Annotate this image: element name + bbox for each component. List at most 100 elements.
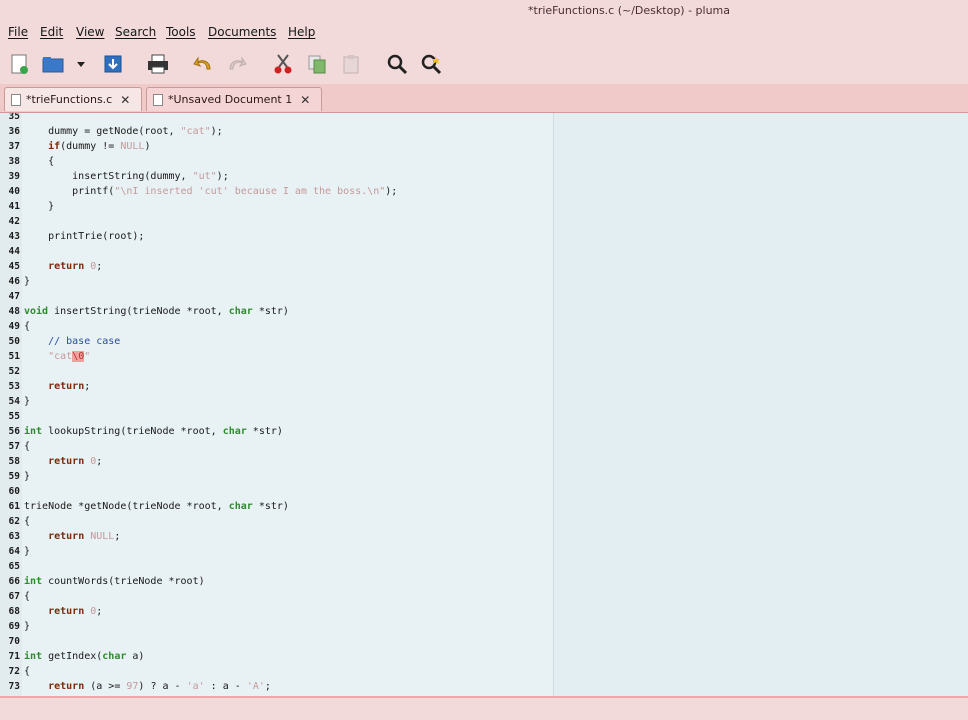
open-button[interactable] <box>40 52 66 76</box>
code-line[interactable]: 43 printTrie(root); <box>0 229 553 244</box>
close-icon[interactable]: ✕ <box>120 93 130 107</box>
code-line[interactable]: 67 { <box>0 589 553 604</box>
code-line[interactable]: 62 { <box>0 514 553 529</box>
find-icon <box>387 54 408 75</box>
menu-help[interactable]: Help <box>288 25 315 39</box>
menu-tools[interactable]: Tools <box>166 25 196 39</box>
line-number: 46 <box>8 276 20 287</box>
code-line[interactable]: 46} <box>0 274 553 289</box>
code-line[interactable]: 56 int lookupString(trieNode *root, char … <box>0 424 553 439</box>
print-icon <box>148 54 168 74</box>
menu-bar: File Edit View Search Tools Documents Help <box>0 22 968 44</box>
code-line[interactable]: 37 if(dummy != NULL) <box>0 139 553 154</box>
line-number: 62 <box>8 516 20 527</box>
new-document-icon <box>11 54 28 74</box>
code-line[interactable]: 64} <box>0 544 553 559</box>
code-text: { <box>24 516 31 527</box>
copy-button[interactable] <box>304 52 330 76</box>
code-text: } <box>24 201 55 212</box>
code-line[interactable]: 69} <box>0 619 553 634</box>
document-icon <box>153 93 163 106</box>
code-line[interactable]: 41 } <box>0 199 553 214</box>
menu-view[interactable]: View <box>76 25 104 39</box>
code-line[interactable]: 39 insertString(dummy, "ut"); <box>0 169 553 184</box>
code-line[interactable]: 73 return (a >= 97) ? a - 'a' : a - 'A'; <box>0 679 553 694</box>
line-number: 66 <box>8 576 20 587</box>
menu-file[interactable]: File <box>8 25 28 39</box>
code-text: int lookupString(trieNode *root, char *s… <box>24 426 283 437</box>
code-line[interactable]: 65 <box>0 559 553 574</box>
open-recent-dropdown[interactable] <box>72 52 90 76</box>
code-line[interactable]: 45 return 0; <box>0 259 553 274</box>
code-line[interactable]: 54} <box>0 394 553 409</box>
menu-search[interactable]: Search <box>115 25 156 39</box>
code-line[interactable]: 42 <box>0 214 553 229</box>
code-line[interactable]: 70 <box>0 634 553 649</box>
code-line[interactable]: 50 // base case <box>0 334 553 349</box>
undo-button[interactable] <box>190 52 216 76</box>
code-text: } <box>24 396 31 407</box>
code-line[interactable]: 57 { <box>0 439 553 454</box>
line-number: 72 <box>8 666 20 677</box>
new-document-button[interactable] <box>6 52 32 76</box>
code-text: } <box>24 546 31 557</box>
copy-icon <box>308 55 326 74</box>
cut-button[interactable] <box>270 52 296 76</box>
editor-right-area <box>554 113 968 696</box>
code-text: int countWords(trieNode *root) <box>24 576 205 587</box>
line-number: 71 <box>8 651 20 662</box>
paste-button[interactable] <box>338 52 364 76</box>
print-button[interactable] <box>145 52 171 76</box>
tab-label: *Unsaved Document 1 <box>168 93 293 106</box>
redo-icon <box>229 56 247 70</box>
code-line[interactable]: 48 void insertString(trieNode *root, char… <box>0 304 553 319</box>
redo-button[interactable] <box>224 52 250 76</box>
code-line[interactable]: 72 { <box>0 664 553 679</box>
line-number: 54 <box>8 396 20 407</box>
code-editor[interactable]: 35 36 dummy = getNode(root, "cat"); 37 if(… <box>0 113 968 696</box>
code-line[interactable]: 44 <box>0 244 553 259</box>
code-text: { <box>24 156 55 167</box>
line-number: 45 <box>8 261 20 272</box>
code-line[interactable]: 63 return NULL; <box>0 529 553 544</box>
code-text: dummy = getNode(root, "cat"); <box>24 126 223 137</box>
code-line[interactable]: 66 int countWords(trieNode *root) <box>0 574 553 589</box>
find-button[interactable] <box>384 52 410 76</box>
line-number: 70 <box>8 636 20 647</box>
menu-documents[interactable]: Documents <box>208 25 276 39</box>
code-line[interactable]: 49 { <box>0 319 553 334</box>
tab-unsaved-document[interactable]: *Unsaved Document 1 ✕ <box>146 87 322 111</box>
code-line[interactable]: 61 trieNode *getNode(trieNode *root, char… <box>0 499 553 514</box>
code-line[interactable]: 47 <box>0 289 553 304</box>
code-text: trieNode *getNode(trieNode *root, char *… <box>24 501 289 512</box>
code-line[interactable]: 38 { <box>0 154 553 169</box>
code-line[interactable]: 40 printf("\nI inserted 'cut' because I … <box>0 184 553 199</box>
tab-triefunctions[interactable]: *trieFunctions.c ✕ <box>4 87 142 111</box>
code-text: void insertString(trieNode *root, char *… <box>24 306 289 317</box>
line-number: 42 <box>8 216 20 227</box>
code-line[interactable]: 58 return 0; <box>0 454 553 469</box>
code-line[interactable]: 51 "cat\0" <box>0 349 553 364</box>
line-number: 57 <box>8 441 20 452</box>
save-button[interactable] <box>100 52 126 76</box>
find-replace-button[interactable] <box>418 52 444 76</box>
code-text: return 0; <box>48 261 103 272</box>
line-number: 68 <box>8 606 20 617</box>
line-number: 56 <box>8 426 20 437</box>
code-line[interactable]: 60 <box>0 484 553 499</box>
code-line[interactable]: 55 <box>0 409 553 424</box>
code-text: return 0; <box>48 606 103 617</box>
code-line[interactable]: 68 return 0; <box>0 604 553 619</box>
line-number: 52 <box>8 366 20 377</box>
code-line[interactable]: 52 <box>0 364 553 379</box>
menu-edit[interactable]: Edit <box>40 25 63 39</box>
title-bar[interactable]: *trieFunctions.c (~/Desktop) - pluma <box>0 0 968 22</box>
code-line[interactable]: 53 return; <box>0 379 553 394</box>
line-number: 61 <box>8 501 20 512</box>
line-number: 51 <box>8 351 20 362</box>
code-line[interactable]: 35 <box>0 113 553 124</box>
code-line[interactable]: 71 int getIndex(char a) <box>0 649 553 664</box>
code-line[interactable]: 36 dummy = getNode(root, "cat"); <box>0 124 553 139</box>
close-icon[interactable]: ✕ <box>300 93 310 107</box>
code-line[interactable]: 59} <box>0 469 553 484</box>
